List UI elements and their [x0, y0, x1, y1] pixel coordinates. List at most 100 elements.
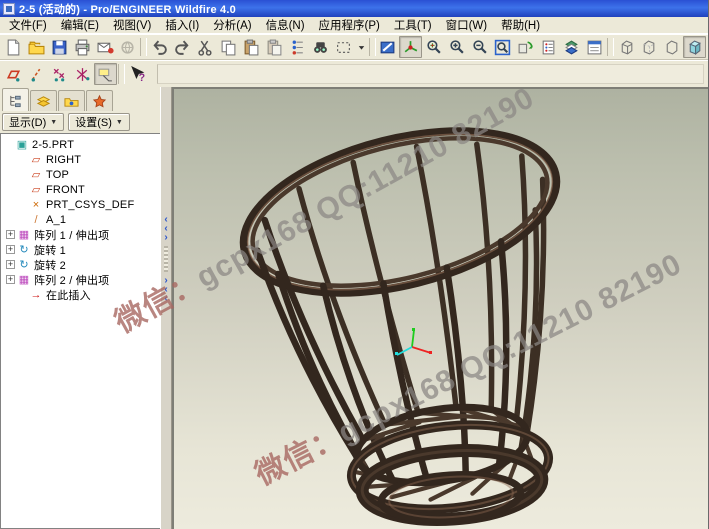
- datum-csys-icon[interactable]: [71, 63, 94, 85]
- tree-item-insert-here[interactable]: → 在此插入: [4, 287, 160, 302]
- tree-item-pattern-2[interactable]: + ▦ 阵列 2 / 伸出项: [4, 272, 160, 287]
- tree-item-top[interactable]: ▱ TOP: [4, 167, 160, 182]
- tree-item-icon: /: [29, 214, 43, 226]
- tree-item-pattern-1[interactable]: + ▦ 阵列 1 / 伸出项: [4, 227, 160, 242]
- menu-item[interactable]: 分析(A): [206, 16, 258, 34]
- tree-item-label: 旋转 2: [34, 257, 66, 273]
- model-tree-tab[interactable]: [2, 88, 29, 111]
- tree-expander[interactable]: +: [6, 245, 15, 254]
- tree-item-icon: →: [29, 289, 43, 301]
- new-file-icon[interactable]: [2, 36, 25, 58]
- cut-icon[interactable]: [194, 36, 217, 58]
- basket-3d-model: [174, 89, 708, 529]
- app-icon: [3, 3, 15, 15]
- tree-item-front[interactable]: ▱ FRONT: [4, 182, 160, 197]
- spin-center-icon[interactable]: [399, 36, 422, 58]
- favorites-tab[interactable]: [86, 90, 113, 111]
- tree-item-label: PRT_CSYS_DEF: [46, 199, 134, 211]
- open-folder-icon[interactable]: [25, 36, 48, 58]
- tree-item-icon: ▱: [29, 153, 43, 166]
- saved-views-icon[interactable]: [537, 36, 560, 58]
- menu-item[interactable]: 编辑(E): [54, 16, 106, 34]
- select-box-icon[interactable]: [332, 36, 355, 58]
- save-icon[interactable]: [48, 36, 71, 58]
- navigator-sash[interactable]: ‹ ‹ › › ‹ ‹: [160, 87, 172, 529]
- tree-item-label: RIGHT: [46, 154, 81, 166]
- tree-item-csys[interactable]: × PRT_CSYS_DEF: [4, 197, 160, 212]
- zoom-out-icon[interactable]: [468, 36, 491, 58]
- graphics-viewport[interactable]: [172, 87, 708, 529]
- sash-grip[interactable]: [164, 246, 168, 272]
- chevron-down-icon: ▼: [50, 119, 57, 126]
- dashboard-area: [157, 64, 704, 84]
- menu-item[interactable]: 信息(N): [259, 16, 312, 34]
- sash-expand-icon[interactable]: ›: [164, 233, 167, 242]
- print-icon[interactable]: [71, 36, 94, 58]
- tree-item-axis[interactable]: / A_1: [4, 212, 160, 227]
- layers-icon[interactable]: [560, 36, 583, 58]
- annotation-icon[interactable]: [94, 63, 117, 85]
- orient-mode-icon[interactable]: [422, 36, 445, 58]
- model-player-icon[interactable]: [286, 36, 309, 58]
- datum-point-icon[interactable]: [48, 63, 71, 85]
- wireframe-icon[interactable]: [615, 36, 638, 58]
- copy-icon[interactable]: [217, 36, 240, 58]
- main-toolbar: [0, 34, 708, 60]
- no-hidden-icon[interactable]: [660, 36, 683, 58]
- repaint-icon[interactable]: [377, 36, 400, 58]
- tree-expander[interactable]: +: [6, 230, 15, 239]
- sash-collapse-icon[interactable]: ‹: [164, 294, 167, 303]
- tree-expander[interactable]: +: [6, 260, 15, 269]
- menu-bar: 文件(F)编辑(E)视图(V)插入(I)分析(A)信息(N)应用程序(P)工具(…: [0, 17, 708, 34]
- menu-item[interactable]: 视图(V): [106, 16, 158, 34]
- tree-item-icon: ▦: [17, 273, 31, 286]
- tree-expander[interactable]: +: [6, 275, 15, 284]
- datum-axis-icon[interactable]: [25, 63, 48, 85]
- folder-browser-tab[interactable]: [58, 90, 85, 111]
- tree-item-label: 2-5.PRT: [32, 139, 74, 151]
- menu-item[interactable]: 文件(F): [2, 16, 54, 34]
- hidden-line-icon[interactable]: [637, 36, 660, 58]
- tree-item-icon: ↻: [17, 243, 31, 256]
- tree-item-icon: ▦: [17, 228, 31, 241]
- zoom-in-icon[interactable]: [445, 36, 468, 58]
- tree-item-label: TOP: [46, 169, 69, 181]
- tree-item-revolve-1[interactable]: + ↻ 旋转 1: [4, 242, 160, 257]
- tree-item-icon: ×: [29, 199, 43, 211]
- menu-item[interactable]: 窗口(W): [439, 16, 495, 34]
- send-mail-icon[interactable]: [94, 36, 117, 58]
- chevron-down-icon: ▼: [116, 119, 123, 126]
- menu-item[interactable]: 插入(I): [158, 16, 206, 34]
- menu-item[interactable]: 帮助(H): [494, 16, 547, 34]
- paste-special-icon[interactable]: [263, 36, 286, 58]
- navigator-panel: 显示(D) ▼ 设置(S) ▼ ▣ 2-5.PRT: [0, 87, 160, 529]
- svg-text:?: ?: [139, 71, 145, 82]
- tree-item-icon: ▱: [29, 183, 43, 196]
- tree-item-label: FRONT: [46, 184, 85, 196]
- tree-item-label: 旋转 1: [34, 242, 66, 258]
- navigator-tabs: [0, 87, 160, 111]
- view-manager-icon[interactable]: [583, 36, 606, 58]
- window-title: 2-5 (活动的) - Pro/ENGINEER Wildfire 4.0: [19, 1, 236, 17]
- select-dropdown-icon[interactable]: [355, 36, 368, 58]
- reorient-icon[interactable]: [514, 36, 537, 58]
- tree-item-icon: ▱: [29, 168, 43, 181]
- layer-tab[interactable]: [30, 90, 57, 111]
- menu-item[interactable]: 工具(T): [387, 16, 439, 34]
- menu-item[interactable]: 应用程序(P): [312, 16, 387, 34]
- context-help-icon[interactable]: ?: [126, 63, 149, 85]
- paste-icon[interactable]: [240, 36, 263, 58]
- settings-button[interactable]: 设置(S) ▼: [68, 113, 130, 131]
- show-button[interactable]: 显示(D) ▼: [2, 113, 64, 131]
- tree-item-right[interactable]: ▱ RIGHT: [4, 152, 160, 167]
- tree-item-icon: ▣: [15, 138, 29, 151]
- shaded-icon[interactable]: [683, 36, 706, 58]
- export-icon[interactable]: [117, 36, 140, 58]
- find-icon[interactable]: [309, 36, 332, 58]
- tree-item-revolve-2[interactable]: + ↻ 旋转 2: [4, 257, 160, 272]
- undo-icon[interactable]: [148, 36, 171, 58]
- refit-icon[interactable]: [491, 36, 514, 58]
- redo-icon[interactable]: [171, 36, 194, 58]
- tree-item-part[interactable]: ▣ 2-5.PRT: [4, 137, 160, 152]
- datum-plane-icon[interactable]: [2, 63, 25, 85]
